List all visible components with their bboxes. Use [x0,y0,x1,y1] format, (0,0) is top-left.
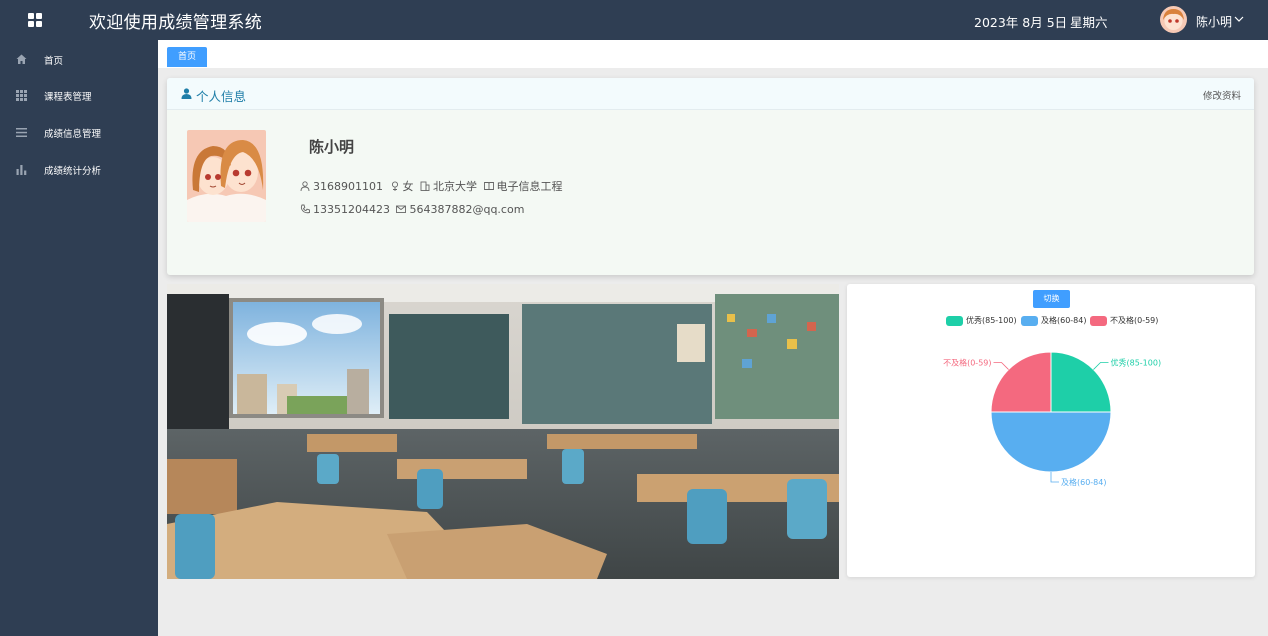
mail-icon [396,205,407,213]
sidebar-item-home[interactable]: 首页 [0,41,158,77]
current-weekday: 星期六 [1070,15,1108,30]
book-icon [483,182,494,190]
top-bar: 欢迎使用成绩管理系统 2023年 8月 5日 星期六 陈小明 [0,0,1268,40]
sidebar-item-course-schedule[interactable]: 课程表管理 [0,77,158,113]
pie-chart: 优秀(85-100) 及格(60-84) 不及格(0-59) [943,351,1161,487]
sidebar-item-label: 课程表管理 [44,92,92,103]
sidebar-item-grade-info[interactable]: 成绩信息管理 [0,114,158,150]
sidebar-item-label: 首页 [44,56,64,67]
user-avatar [1160,6,1187,33]
pie-label-line [993,362,1009,370]
classroom-photo [167,284,839,579]
tab-bar: 首页 [158,40,1268,68]
profile-name: 陈小明 [309,138,355,156]
current-date: 2023年 8月 5日 [974,15,1068,30]
phone-number: 13351204423 [313,202,390,216]
user-icon [181,88,192,99]
profile-details-line: 3168901101 女 北京大学 电子信息工程 [300,178,566,193]
personal-info-card: 个人信息 修改资料 陈小明 3168901101 女 北京大学 电子信息工程 1… [167,78,1254,275]
pie-label-line [1093,362,1109,370]
major: 电子信息工程 [496,180,563,193]
phone-icon [300,204,310,214]
chevron-down-icon [1234,16,1244,22]
sidebar: 首页 课程表管理 成绩信息管理 成绩统计分析 [0,40,158,636]
pie-slice-label: 优秀(85-100) [1110,358,1161,368]
pie-label-line [1050,472,1059,483]
user-name: 陈小明 [1196,15,1233,29]
email: 564387882@qq.com [409,202,525,216]
gender: 女 [402,180,414,193]
pie-slice-label: 及格(60-84) [1061,477,1107,487]
home-icon [16,54,27,64]
student-id: 3168901101 [313,179,383,193]
school: 北京大学 [433,180,477,193]
gender-icon [391,181,398,191]
grade-pie-chart-card: 切换 优秀(85-100) 及格(60-84) 不及格(0-59) 优秀(85-… [847,284,1255,577]
pie-slice-excellent[interactable] [1050,351,1112,413]
profile-contact-line: 13351204423 564387882@qq.com [300,202,527,216]
pie-slice-label: 不及格(0-59) [943,358,991,368]
profile-photo [187,130,266,222]
school-icon [420,181,430,191]
list-icon [16,128,27,137]
pie-slice-pass[interactable] [990,411,1112,473]
sidebar-item-label: 成绩信息管理 [44,129,102,140]
app-title: 欢迎使用成绩管理系统 [89,13,262,33]
bar-chart-icon [16,165,27,175]
card-title-text: 个人信息 [196,89,247,104]
sidebar-item-grade-stats[interactable]: 成绩统计分析 [0,151,158,187]
person-icon [300,181,310,191]
menu-grid-icon[interactable] [28,13,42,27]
card-header: 个人信息 修改资料 [167,78,1254,110]
pie-slice-fail[interactable] [990,351,1052,413]
tab-home[interactable]: 首页 [167,47,207,67]
sidebar-item-label: 成绩统计分析 [44,166,102,177]
grid-icon [16,90,27,101]
edit-profile-link[interactable]: 修改资料 [1203,88,1241,102]
